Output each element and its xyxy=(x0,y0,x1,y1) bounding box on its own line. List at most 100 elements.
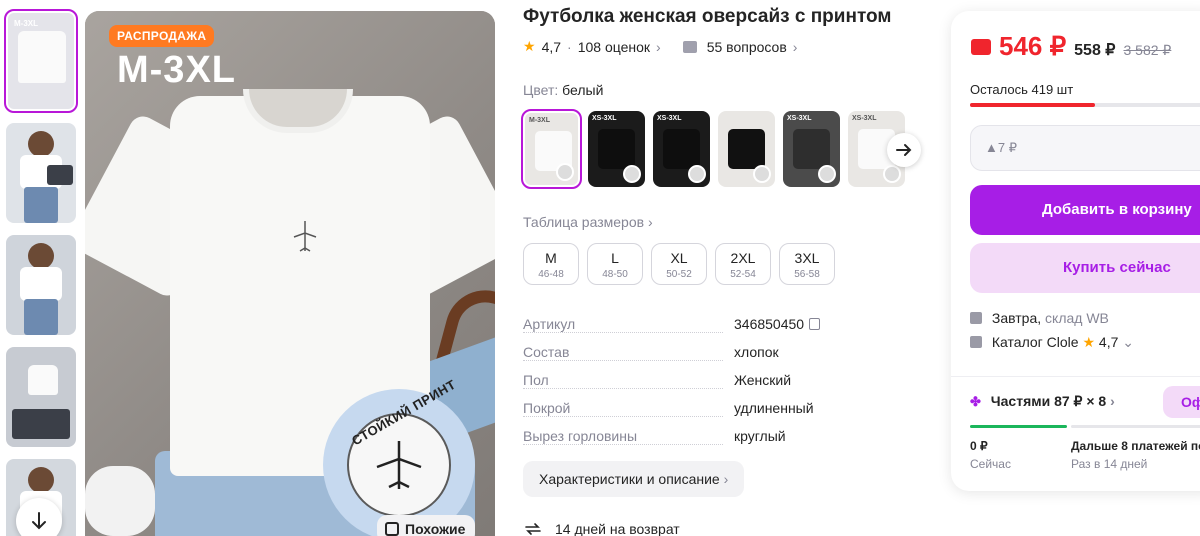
size-range: 56-58 xyxy=(794,269,820,280)
size-name: L xyxy=(611,250,619,266)
price-change-box[interactable]: ▲7 ₽ xyxy=(970,125,1200,171)
spec-key: Артикул xyxy=(523,316,723,333)
seller-info[interactable]: Каталог Clole ★ 4,7 ⌄ xyxy=(970,334,1134,351)
installments-link[interactable]: ✤ Частями 87 ₽ × 8 › xyxy=(970,393,1115,410)
stock-progress-bar xyxy=(970,103,1200,107)
size-range: 50-52 xyxy=(666,269,692,280)
color-label-key: Цвет: xyxy=(523,82,559,98)
model-head xyxy=(28,131,54,157)
price-row: 546 ₽ 558 ₽ 3 582 ₽ xyxy=(971,31,1171,62)
return-arrows-icon xyxy=(525,523,541,535)
thumbnail-2[interactable] xyxy=(6,123,76,223)
spec-value: круглый xyxy=(734,428,786,444)
similar-button[interactable]: Похожие xyxy=(377,515,476,536)
main-product-image[interactable]: РАСПРОДАЖА M-3XL СТОЙКИЙ ПРИНТ Похожие xyxy=(85,11,495,536)
airplane-print-icon xyxy=(293,221,317,252)
variant-badge xyxy=(753,165,771,183)
size-option[interactable]: 3XL 56-58 xyxy=(779,243,835,285)
product-page: M-3XL РАСПРОДАЖА M-3XL СТОЙКИЙ ПРИНТ Пох… xyxy=(0,0,1200,536)
similar-button-label: Похожие xyxy=(405,521,466,536)
pay-later-amount: Дальше 8 платежей по xyxy=(1071,439,1200,453)
variant-4[interactable] xyxy=(718,111,775,187)
spec-key: Вырез горловины xyxy=(523,428,723,445)
size-table-preview xyxy=(12,409,70,439)
dot-separator: · xyxy=(567,38,572,55)
installments-text: Частями 87 ₽ × 8 xyxy=(990,393,1107,409)
variant-shirt xyxy=(598,129,635,169)
variant-shirt xyxy=(663,129,700,169)
size-range: 52-54 xyxy=(730,269,756,280)
copy-icon[interactable] xyxy=(809,318,821,330)
product-title: Футболка женская оверсайз с принтом xyxy=(523,6,892,27)
size-name: 3XL xyxy=(794,250,820,266)
variant-2[interactable]: XS-3XL xyxy=(588,111,645,187)
installments-button[interactable]: Оф xyxy=(1163,386,1200,418)
variant-badge xyxy=(623,165,641,183)
size-selector: M 46-48 L 48-50 XL 50-52 2XL 52-54 3XL 56-58 xyxy=(523,243,835,285)
color-value: белый xyxy=(562,82,604,98)
variant-3[interactable]: XS-3XL xyxy=(653,111,710,187)
stock-progress-fill xyxy=(970,103,1095,107)
spec-row: Пол Женский xyxy=(523,372,853,400)
variant-badge xyxy=(818,165,836,183)
wallet-icon xyxy=(971,39,991,55)
reviews-link[interactable]: 108 оценок xyxy=(578,39,650,55)
model-head xyxy=(28,243,54,269)
delivery-info: Завтра, склад WB xyxy=(970,310,1109,326)
characteristics-label: Характеристики и описание xyxy=(539,471,720,487)
variants-next-button[interactable] xyxy=(887,133,921,167)
spec-row: Покрой удлиненный xyxy=(523,400,853,428)
arrow-down-icon xyxy=(32,512,46,530)
pay-now-amount: 0 ₽ xyxy=(970,439,988,453)
thumbnail-3[interactable] xyxy=(6,235,76,335)
spec-row: Вырез горловины круглый xyxy=(523,428,853,456)
questions-link[interactable]: 55 вопросов xyxy=(707,39,787,55)
variant-1[interactable]: M-3XL xyxy=(521,109,582,189)
thumbnails-scroll-down-button[interactable] xyxy=(16,498,62,536)
thumbnail-4[interactable] xyxy=(6,347,76,447)
variant-5[interactable]: XS-3XL xyxy=(783,111,840,187)
size-table-label: Таблица размеров xyxy=(523,214,645,230)
box-icon xyxy=(970,312,982,324)
buy-now-button[interactable]: Купить сейчас xyxy=(970,243,1200,293)
model-legs xyxy=(24,187,58,223)
thumbnail-shirt xyxy=(18,31,66,83)
color-label: Цвет: белый xyxy=(523,82,603,98)
variant-badge xyxy=(883,165,901,183)
shop-icon xyxy=(970,336,982,348)
wallet-price: 546 ₽ xyxy=(999,31,1067,61)
star-icon: ★ xyxy=(523,38,536,54)
thumbnail-1[interactable]: M-3XL xyxy=(4,9,78,113)
rating-row: ★ 4,7 · 108 оценок › 55 вопросов › xyxy=(523,38,797,55)
seller-name: Каталог Clole xyxy=(991,334,1079,350)
variant-label: XS-3XL xyxy=(657,115,682,122)
arrow-right-icon xyxy=(896,144,912,156)
regular-price: 558 ₽ xyxy=(1074,42,1116,59)
variant-badge xyxy=(556,163,574,181)
size-option[interactable]: M 46-48 xyxy=(523,243,579,285)
size-range: 48-50 xyxy=(602,269,628,280)
installments-progress-later xyxy=(1071,425,1200,428)
question-icon xyxy=(682,40,697,53)
chevron-right-icon: › xyxy=(647,214,653,230)
star-icon: ★ xyxy=(1082,334,1096,350)
size-table-link[interactable]: Таблица размеров › xyxy=(523,214,653,230)
divider xyxy=(951,376,1200,377)
chevron-right-icon: › xyxy=(1110,393,1115,409)
spec-value: хлопок xyxy=(734,344,779,360)
size-option[interactable]: XL 50-52 xyxy=(651,243,707,285)
thumbnail-caption-box xyxy=(47,165,73,185)
size-name: XL xyxy=(670,250,688,266)
size-option[interactable]: L 48-50 xyxy=(587,243,643,285)
return-policy-text: 14 дней на возврат xyxy=(555,521,680,536)
add-to-cart-button[interactable]: Добавить в корзину xyxy=(970,185,1200,235)
characteristics-button[interactable]: Характеристики и описание › xyxy=(523,461,745,497)
size-option[interactable]: 2XL 52-54 xyxy=(715,243,771,285)
spec-row: Состав хлопок xyxy=(523,344,853,372)
chevron-down-icon: ⌄ xyxy=(1122,334,1135,350)
size-range-overlay: M-3XL xyxy=(117,49,236,91)
spec-key: Состав xyxy=(523,344,723,361)
variant-shirt xyxy=(793,129,830,169)
variant-label: M-3XL xyxy=(529,117,550,124)
variant-shirt xyxy=(728,129,765,169)
